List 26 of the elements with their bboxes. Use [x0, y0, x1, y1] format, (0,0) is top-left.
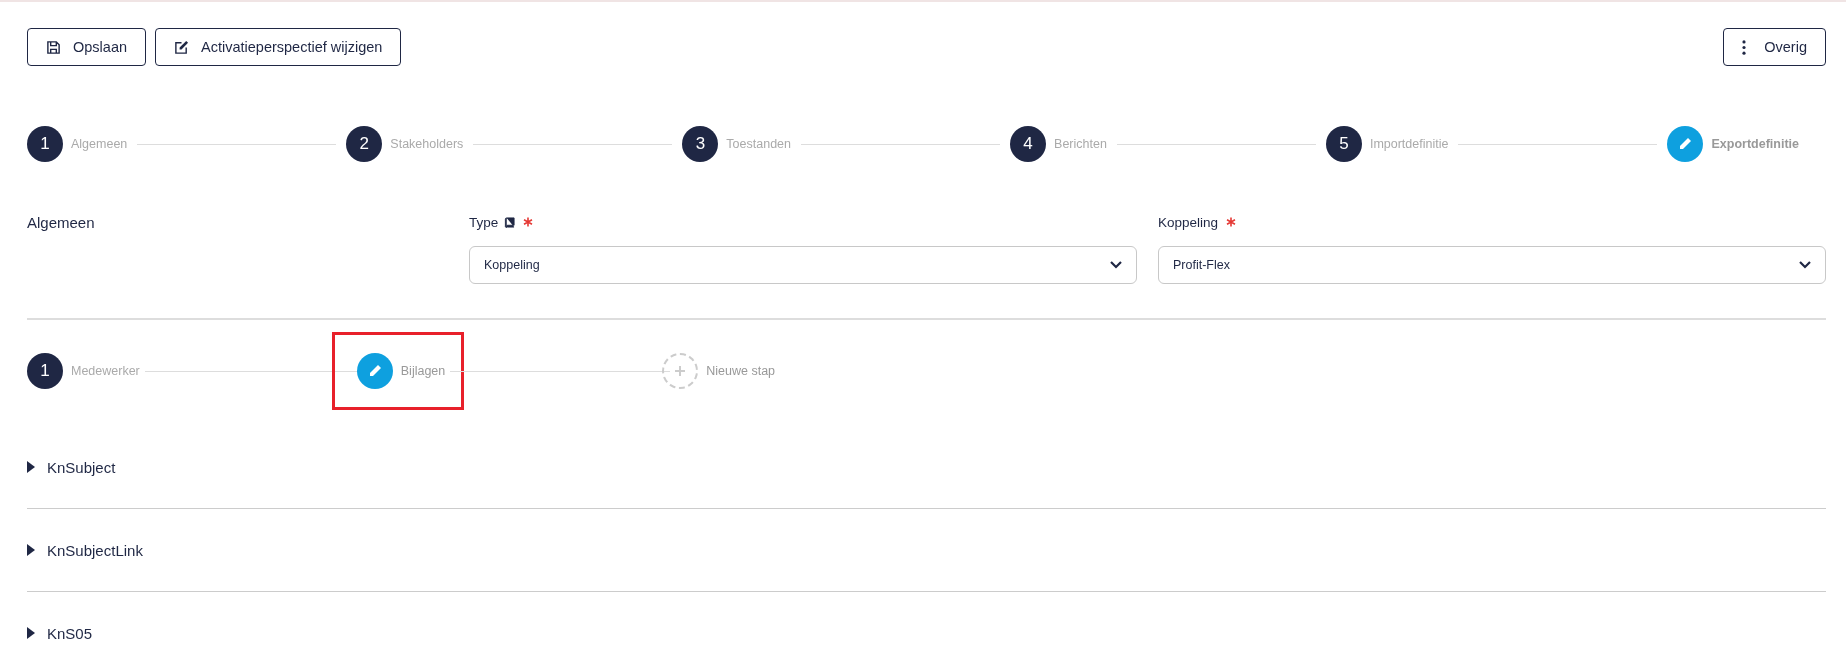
step-number[interactable]: 1 [27, 126, 63, 162]
book-icon [504, 216, 516, 228]
chevron-down-icon [1799, 261, 1811, 269]
section-header[interactable]: KnSubjectLink [27, 541, 143, 559]
step-number[interactable]: 2 [346, 126, 383, 162]
toolbar-button[interactable]: Activatieperspectief wijzigen [155, 28, 402, 66]
step-number[interactable]: 4 [1010, 126, 1047, 162]
edit-icon [174, 39, 189, 55]
toolbar-button[interactable]: Opslaan [27, 28, 146, 66]
step-number[interactable]: 3 [682, 126, 719, 162]
more-button[interactable]: Overig [1723, 28, 1826, 66]
pencil-icon[interactable] [356, 353, 393, 389]
section-title: Algemeen [27, 213, 96, 233]
more-icon [1742, 39, 1747, 55]
chevron-down-icon [1110, 261, 1122, 269]
save-icon [46, 39, 61, 55]
section-header[interactable]: KnS05 [27, 624, 93, 642]
field-label: Type [469, 214, 499, 230]
step-number[interactable]: 5 [1325, 126, 1362, 162]
select-field[interactable]: Koppeling [469, 246, 1137, 284]
pencil-icon[interactable] [1667, 126, 1704, 162]
field-label: Koppeling [1158, 214, 1219, 230]
plus-icon[interactable] [662, 353, 699, 389]
select-field[interactable]: Profit-Flex [1158, 246, 1826, 284]
step-number[interactable]: 1 [27, 353, 63, 389]
section-header[interactable]: KnSubject [27, 458, 116, 476]
